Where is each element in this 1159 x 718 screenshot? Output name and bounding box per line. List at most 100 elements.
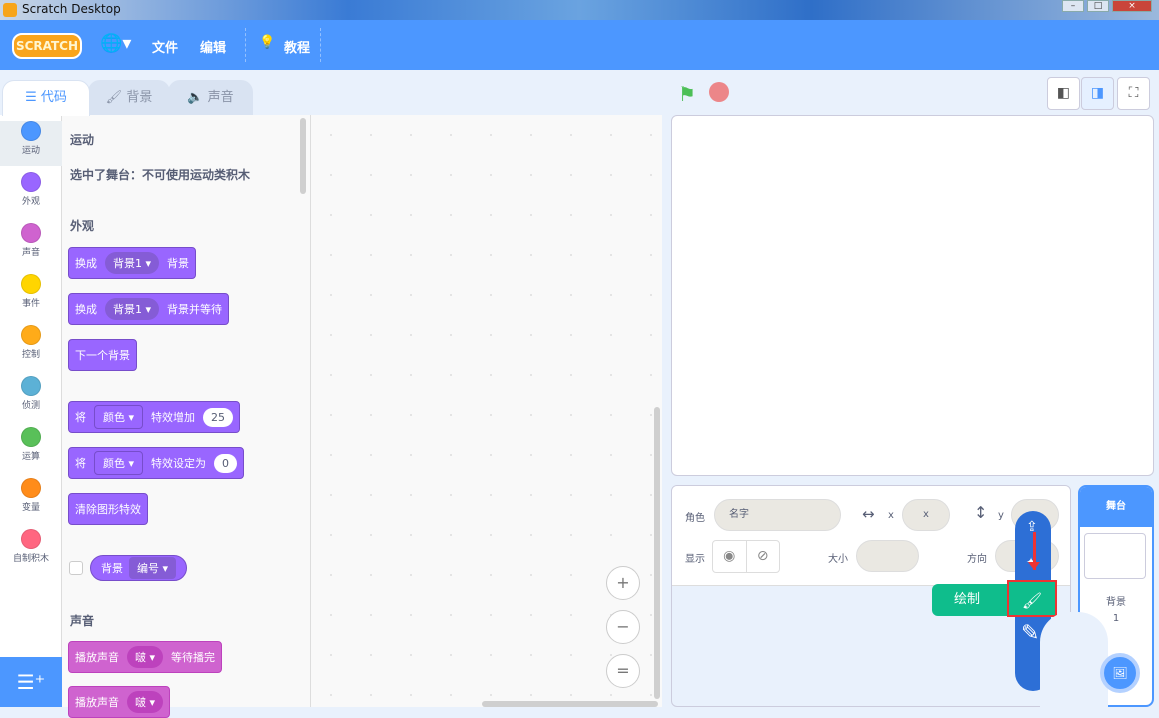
block-set-effect[interactable]: 将颜色 ▾ 特效设定为 0 (68, 447, 245, 479)
monitor-checkbox[interactable] (69, 561, 83, 575)
category-dot-icon (21, 376, 41, 396)
stage-thumbnail[interactable] (1084, 533, 1146, 579)
effect-dropdown[interactable]: 颜色 ▾ (94, 405, 144, 429)
speaker-icon: 🔈 (187, 90, 204, 105)
category-heading-sound: 声音 (70, 614, 95, 628)
category-menu: 运动外观声音事件控制侦测运算变量自制积木 (0, 115, 62, 657)
category-heading-motion: 运动 (70, 133, 95, 147)
add-extension-button[interactable]: ☰⁺ (0, 657, 62, 707)
eye-hidden-icon[interactable]: ⊘ (745, 541, 780, 572)
stage-title: 舞台 (1080, 487, 1152, 527)
workspace-horizontal-scrollbar[interactable] (482, 701, 658, 707)
fullscreen-icon: ⛶ (1128, 85, 1139, 101)
sound-dropdown[interactable]: 啵 ▾ (127, 691, 164, 713)
backdrop-dropdown[interactable]: 背景1 ▾ (105, 252, 160, 274)
block-text: 换成 (75, 303, 97, 316)
block-text: 播放声音 (75, 651, 119, 664)
eye-icon[interactable]: ◉ (713, 541, 746, 572)
block-palette: 运动 选中了舞台：不可使用运动类积木 外观 换成 背景1 ▾ 背景 换成 背景1 ▾ 背… (62, 115, 311, 718)
zoom-out-button[interactable]: − (606, 610, 640, 644)
sound-dropdown[interactable]: 啵 ▾ (127, 646, 164, 668)
stop-icon[interactable] (709, 82, 729, 102)
x-input[interactable]: x (902, 499, 950, 531)
large-stage-button[interactable]: ◨ (1081, 77, 1114, 110)
large-stage-icon: ◨ (1090, 85, 1105, 101)
category-4[interactable]: 控制 (0, 325, 62, 370)
window-title: Scratch Desktop (22, 2, 121, 16)
category-6[interactable]: 运算 (0, 427, 62, 472)
block-play-sound[interactable]: 播放声音啵 ▾ (68, 686, 171, 718)
menu-file[interactable]: 文件 (152, 37, 178, 56)
category-7[interactable]: 变量 (0, 478, 62, 523)
block-text: 背景 (167, 257, 190, 270)
block-clear-effects[interactable]: 清除图形特效 (68, 493, 148, 525)
backdrops-label: 背景 (1106, 597, 1126, 608)
category-3[interactable]: 事件 (0, 274, 62, 319)
globe-icon[interactable]: 🌐▾ (100, 33, 131, 54)
category-dot-icon (21, 478, 41, 498)
category-label: 运算 (21, 452, 40, 462)
block-text: 将 (75, 457, 86, 470)
horizontal-arrows-icon: ↔ (862, 505, 875, 523)
zoom-in-button[interactable]: + (606, 566, 640, 600)
block-play-sound-until-done[interactable]: 播放声音啵 ▾ 等待播完 (68, 641, 223, 673)
palette-scrollbar[interactable] (300, 118, 306, 194)
category-8[interactable]: 自制积木 (0, 529, 62, 574)
menu-bar: SCRATCH 🌐▾ 文件 编辑 💡 教程 (0, 20, 1159, 70)
menu-edit[interactable]: 编辑 (200, 37, 226, 56)
size-input[interactable] (856, 540, 919, 572)
tab-backdrops[interactable]: 🖌 背景 (88, 80, 170, 116)
block-text: 等待播完 (171, 651, 216, 664)
zoom-out-icon: − (616, 617, 630, 636)
effect-value-input[interactable]: 0 (214, 453, 238, 473)
effect-amount-input[interactable]: 25 (203, 407, 234, 427)
block-next-backdrop[interactable]: 下一个背景 (68, 339, 137, 371)
small-stage-button[interactable]: ◧ (1047, 77, 1080, 110)
fullscreen-button[interactable]: ⛶ (1117, 77, 1150, 110)
green-flag-icon[interactable]: ⚑ (678, 82, 696, 106)
category-1[interactable]: 外观 (0, 172, 62, 217)
visibility-toggle: ◉ ⊘ (712, 540, 780, 573)
zoom-reset-button[interactable]: = (606, 654, 640, 688)
block-text: 播放声音 (75, 696, 119, 709)
motion-unavailable-note: 选中了舞台：不可使用运动类积木 (70, 168, 251, 182)
category-label: 事件 (21, 299, 40, 309)
minimize-button[interactable]: – (1062, 0, 1084, 12)
scratch-logo[interactable]: SCRATCH (12, 33, 82, 59)
block-change-effect[interactable]: 将颜色 ▾ 特效增加 25 (68, 401, 241, 433)
zoom-in-icon: + (616, 573, 630, 592)
close-button[interactable]: × (1112, 0, 1152, 12)
tab-code[interactable]: ☰ 代码 (2, 80, 90, 116)
category-0[interactable]: 运动 (0, 121, 62, 166)
brush-icon: 🖌 (1021, 591, 1043, 610)
category-dot-icon (21, 274, 41, 294)
sprite-label: 角色 (685, 513, 705, 524)
choose-backdrop-button[interactable]: 🖼 (1100, 653, 1140, 693)
block-switch-backdrop-wait[interactable]: 换成 背景1 ▾ 背景并等待 (68, 293, 230, 325)
maximize-button[interactable]: □ (1087, 0, 1109, 12)
tab-label: 代码 (40, 90, 67, 105)
effect-dropdown[interactable]: 颜色 ▾ (94, 451, 144, 475)
category-5[interactable]: 侦测 (0, 376, 62, 421)
category-label: 声音 (21, 248, 40, 258)
category-2[interactable]: 声音 (0, 223, 62, 268)
stage-canvas[interactable] (671, 115, 1154, 476)
code-icon: ☰ (25, 90, 37, 105)
backdrop-dropdown[interactable]: 背景1 ▾ (105, 298, 160, 320)
sprite-name-input[interactable]: 名字 (714, 499, 841, 531)
app-icon (3, 3, 17, 17)
menu-tutorials[interactable]: 教程 (284, 37, 310, 56)
paint-button[interactable]: 🖌 (1007, 580, 1057, 617)
block-switch-backdrop[interactable]: 换成 背景1 ▾ 背景 (68, 247, 197, 279)
backdrop-property-dropdown[interactable]: 编号 ▾ (129, 557, 177, 579)
block-text: 将 (75, 411, 86, 424)
divider (245, 28, 246, 62)
paint-tooltip: 绘制 (932, 584, 1007, 616)
tab-sounds[interactable]: 🔈 声音 (168, 80, 253, 116)
category-dot-icon (21, 427, 41, 447)
reporter-backdrop[interactable]: 背景 编号 ▾ (90, 555, 188, 581)
search-sprite-icon[interactable]: ✎ (1021, 621, 1039, 646)
workspace-vertical-scrollbar[interactable] (654, 407, 660, 699)
title-bar: Scratch Desktop – □ × (0, 0, 1159, 20)
vertical-arrows-icon: ↕ (974, 503, 988, 522)
